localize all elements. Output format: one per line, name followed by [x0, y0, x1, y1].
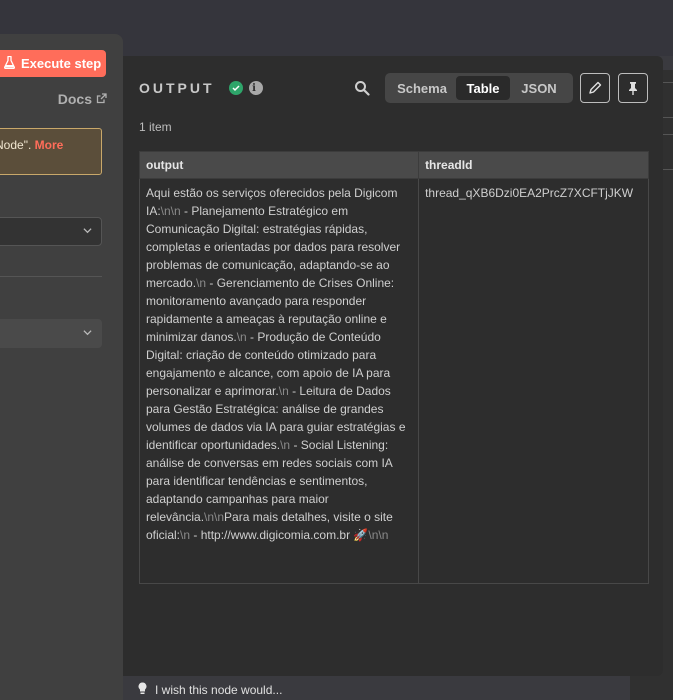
docs-label: Docs — [57, 91, 92, 107]
pin-icon — [629, 82, 637, 95]
tab-schema[interactable]: Schema — [388, 76, 456, 100]
parameter-select-2[interactable] — [0, 319, 102, 348]
parameters-panel: Execute step Docs Node". More — [0, 34, 123, 700]
callout-text: Node". — [0, 138, 32, 152]
column-header-threadid: threadId — [418, 151, 649, 179]
pencil-icon — [589, 81, 602, 94]
output-table: output threadId Aqui estão os serviços o… — [138, 151, 649, 584]
callout-more-link[interactable]: More — [35, 138, 64, 152]
output-panel: OUTPUT i Schema Table JSON 1 item output… — [123, 56, 663, 676]
search-icon[interactable] — [354, 80, 370, 96]
chevron-down-icon — [83, 330, 92, 336]
external-link-icon — [96, 91, 107, 107]
divider — [0, 276, 102, 277]
cell-threadid[interactable]: thread_qXB6Dzi0EA2PrcZ7XCFTjJKW — [418, 178, 649, 584]
docs-link[interactable]: Docs — [58, 91, 107, 107]
tab-table[interactable]: Table — [456, 76, 510, 100]
info-icon[interactable]: i — [248, 81, 263, 95]
feedback-label: I wish this node would... — [155, 683, 283, 697]
parameter-select-1[interactable] — [0, 217, 102, 246]
lightbulb-icon — [138, 682, 147, 698]
success-check-icon — [228, 81, 243, 95]
display-mode-tabs: Schema Table JSON — [385, 73, 573, 103]
feedback-link[interactable]: I wish this node would... — [138, 682, 282, 698]
execute-step-button[interactable]: Execute step — [0, 50, 106, 77]
output-text: Aqui estão os serviços oferecidos pela D… — [146, 186, 409, 542]
edit-output-button[interactable] — [580, 73, 610, 103]
column-header-output: output — [138, 151, 420, 179]
output-title: OUTPUT — [139, 80, 215, 96]
notice-callout: Node". More — [0, 128, 102, 175]
tab-json[interactable]: JSON — [510, 76, 568, 100]
pin-data-button[interactable] — [618, 73, 648, 103]
execute-step-label: Execute step — [21, 56, 102, 71]
rocket-icon: 🚀 — [353, 528, 369, 542]
item-count: 1 item — [139, 120, 172, 134]
cell-output[interactable]: Aqui estão os serviços oferecidos pela D… — [138, 178, 420, 584]
flask-icon — [4, 55, 15, 72]
chevron-down-icon — [83, 228, 92, 234]
table-row: Aqui estão os serviços oferecidos pela D… — [138, 178, 649, 584]
output-header: OUTPUT i — [139, 80, 263, 96]
